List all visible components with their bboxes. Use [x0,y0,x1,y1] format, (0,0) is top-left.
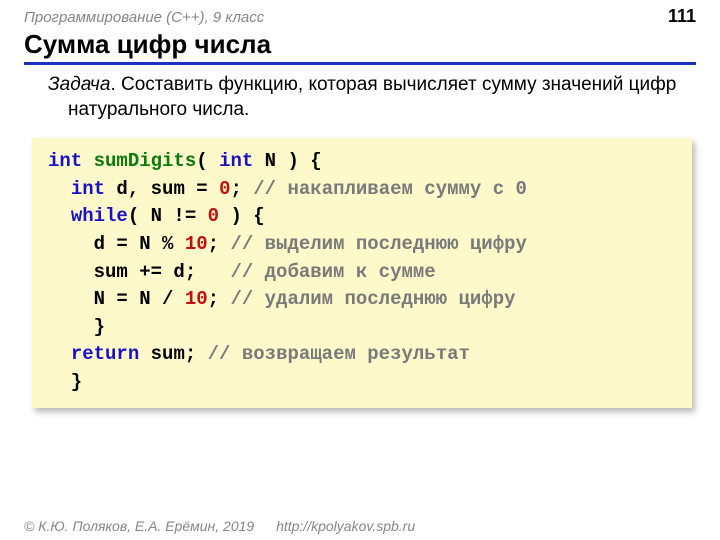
comment-l6: // удалим последнюю цифру [230,288,515,310]
l6b: ; [208,288,231,310]
l6: N = N / [48,288,185,310]
l3-cond2: ) { [219,205,265,227]
l7: } [48,316,105,338]
l4b: ; [208,233,231,255]
num-10a: 10 [185,233,208,255]
l2-rest2: ; [230,178,253,200]
l2-indent [48,178,71,200]
l8-rest: sum; [139,343,207,365]
kw-while: while [71,205,128,227]
sig-rest: N ) { [253,150,321,172]
code-block: int sumDigits( int N ) { int d, sum = 0;… [32,138,692,408]
title-underline [24,62,696,65]
footer: © К.Ю. Поляков, Е.А. Ерёмин, 2019 http:/… [0,514,720,540]
fn-name: sumDigits [94,150,197,172]
course-label: Программирование (C++), 9 класс [24,9,264,26]
num-10b: 10 [185,288,208,310]
header: Программирование (C++), 9 класс 111 [0,0,720,29]
kw-return: return [71,343,139,365]
l4: d = N % [48,233,185,255]
kw-int-param: int [219,150,253,172]
copyright: © К.Ю. Поляков, Е.А. Ерёмин, 2019 [24,518,254,534]
num-zero-b: 0 [208,205,219,227]
comment-l5: // добавим к сумме [230,261,435,283]
num-zero: 0 [219,178,230,200]
page-number: 111 [668,6,696,27]
task-body: . Составить функцию, которая вычисляет с… [68,74,676,120]
sig-open: ( [196,150,219,172]
l9: } [48,371,82,393]
l3-indent [48,205,71,227]
task-text: Задача. Составить функцию, которая вычис… [20,73,720,132]
l3-cond1: ( N != [128,205,208,227]
l8-indent [48,343,71,365]
l5: sum += d; [48,261,230,283]
task-label: Задача [48,74,110,95]
page-title: Сумма цифр числа [0,29,720,62]
comment-l4: // выделим последнюю цифру [230,233,526,255]
comment-l8: // возвращаем результат [208,343,470,365]
kw-int: int [48,150,82,172]
comment-l2: // накапливаем сумму с 0 [253,178,527,200]
kw-int-decl: int [71,178,105,200]
l2-rest1: d, sum = [105,178,219,200]
footer-url: http://kpolyakov.spb.ru [276,518,415,534]
